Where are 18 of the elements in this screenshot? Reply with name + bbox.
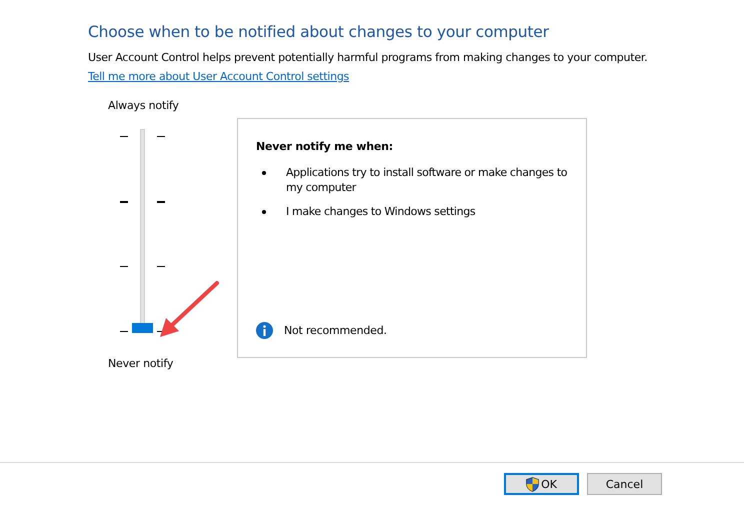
ok-button[interactable]: OK bbox=[504, 473, 579, 495]
page-heading: Choose when to be notified about changes to your computer bbox=[88, 22, 550, 43]
bullet-icon bbox=[262, 210, 266, 214]
slider-bottom-label: Never notify bbox=[108, 356, 174, 372]
info-title: Never notify me when: bbox=[256, 139, 394, 155]
description-text: User Account Control helps prevent potentially harmful programs from making changes to your computer. bbox=[88, 50, 648, 65]
shield-icon bbox=[526, 476, 540, 492]
bullet-text: Applications try to install software or make changes to my computer bbox=[286, 165, 568, 195]
bullet-icon bbox=[262, 171, 266, 175]
help-link[interactable]: Tell me more about User Account Control settings bbox=[88, 69, 350, 84]
info-icon bbox=[256, 322, 273, 339]
notification-slider[interactable] bbox=[132, 129, 153, 333]
cancel-button[interactable]: Cancel bbox=[587, 473, 662, 495]
annotation-arrow bbox=[157, 280, 221, 340]
slider-top-label: Always notify bbox=[108, 98, 180, 114]
slider-thumb[interactable] bbox=[132, 323, 153, 333]
bullet-text: I make changes to Windows settings bbox=[286, 204, 476, 219]
warning-note: Not recommended. bbox=[284, 324, 387, 337]
